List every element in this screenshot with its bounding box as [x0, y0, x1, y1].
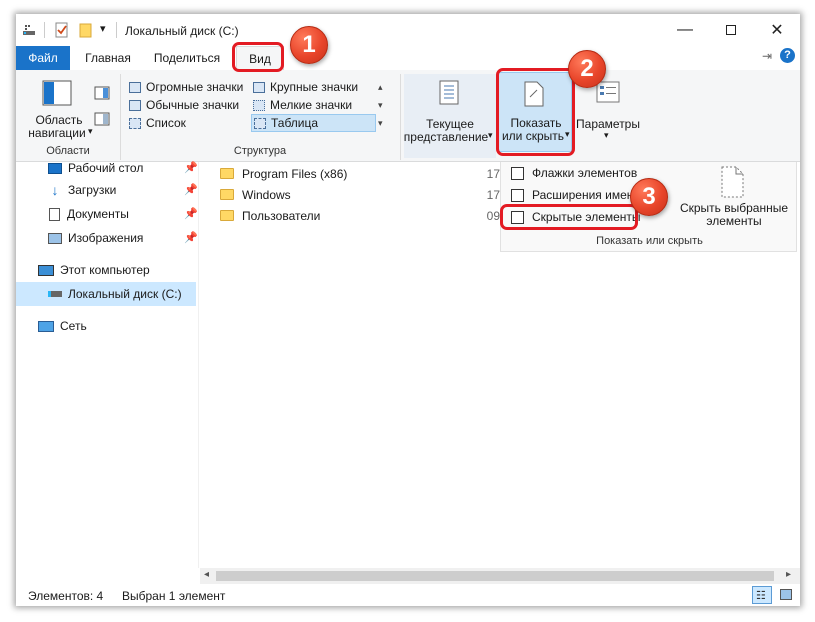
- drive-icon: [48, 291, 62, 297]
- checkbox[interactable]: [511, 166, 524, 180]
- documents-icon: [49, 207, 60, 221]
- layout-column-1: Огромные значки Обычные значки Список: [127, 78, 249, 132]
- new-folder-icon[interactable]: [78, 22, 94, 38]
- medium-icons-icon: [129, 99, 141, 111]
- folder-icon: [220, 210, 234, 221]
- close-button[interactable]: ✕: [754, 14, 800, 46]
- maximize-icon: [726, 25, 736, 35]
- hide-selected-icon: [721, 166, 744, 198]
- network-icon: [38, 320, 54, 332]
- tab-file[interactable]: Файл: [16, 46, 70, 70]
- nav-item-local-disk-selected[interactable]: Локальный диск (C:): [16, 282, 196, 306]
- highlight-show-hide: [496, 68, 575, 156]
- preview-pane-icon[interactable]: [94, 86, 110, 100]
- desktop-icon: [48, 162, 62, 174]
- layout-extra-large-icons[interactable]: Огромные значки: [127, 78, 249, 96]
- group-label-show-hide: Показать или скрыть: [596, 235, 703, 247]
- file-row[interactable]: Program Files (x86) 17.0: [220, 163, 510, 184]
- current-view-icon: [439, 80, 459, 105]
- dropdown-arrow-icon: ▾: [88, 126, 93, 136]
- scroll-right-icon[interactable]: ▸: [786, 569, 791, 580]
- details-pane-icon[interactable]: [94, 112, 110, 126]
- navigation-pane-button[interactable]: Область навигации ▾: [22, 74, 96, 140]
- small-icons-icon: [253, 99, 265, 111]
- layout-column-2: Крупные значки Мелкие значки Таблица: [251, 78, 376, 132]
- help-icon[interactable]: ?: [780, 48, 795, 63]
- downloads-icon: ↓: [51, 182, 59, 198]
- ribbon-separator: [400, 74, 401, 160]
- layout-large-icons[interactable]: Крупные значки: [251, 78, 376, 96]
- details-icon: [254, 117, 266, 129]
- large-icons-view-button[interactable]: [776, 586, 796, 604]
- pictures-icon: [48, 232, 62, 244]
- item-count: Элементов: 4: [28, 589, 104, 603]
- file-row[interactable]: Windows 17.0: [220, 184, 510, 205]
- nav-item-desktop[interactable]: Рабочий стол 📌: [48, 156, 198, 180]
- hide-selected-button[interactable]: Скрыть выбранные элементы: [675, 166, 793, 228]
- explorer-window: ▾ Локальный диск (C:) — ✕ Файл Главная П…: [16, 14, 800, 606]
- window-title: Локальный диск (C:): [125, 24, 239, 38]
- folder-icon: [220, 168, 234, 179]
- nav-item-downloads[interactable]: ↓ Загрузки 📌: [48, 178, 199, 202]
- large-icons-view-icon: [780, 589, 792, 600]
- layout-gallery-scroll[interactable]: ▴ ▾ ▾: [378, 78, 383, 132]
- pin-ribbon-icon[interactable]: ⇥: [762, 49, 772, 63]
- navigation-pane: Рабочий стол 📌 ↓ Загрузки 📌 Документы 📌 …: [16, 161, 199, 568]
- layout-small-icons[interactable]: Мелкие значки: [251, 96, 376, 114]
- folder-icon: [220, 189, 234, 200]
- minimize-icon: —: [677, 21, 693, 38]
- nav-item-network[interactable]: Сеть: [38, 314, 198, 338]
- pin-icon[interactable]: 📌: [184, 178, 198, 202]
- drive-app-icon: [23, 25, 35, 35]
- highlight-hidden-items: [500, 204, 638, 230]
- properties-icon[interactable]: [54, 22, 70, 38]
- pin-icon[interactable]: 📌: [184, 226, 198, 250]
- title-bar: ▾ Локальный диск (C:) — ✕: [16, 14, 800, 46]
- list-icon: [129, 117, 141, 129]
- file-row[interactable]: Пользователи 09.0: [220, 205, 510, 226]
- large-icons-icon: [253, 81, 265, 93]
- customize-qat-icon[interactable]: ▾: [100, 22, 106, 35]
- layout-details-selected[interactable]: Таблица: [251, 114, 376, 132]
- horizontal-scrollbar[interactable]: ◂ ▸: [200, 568, 800, 584]
- step-badge-2: 2: [568, 50, 606, 88]
- close-icon: ✕: [770, 22, 784, 39]
- tab-share[interactable]: Поделиться: [144, 46, 230, 70]
- nav-item-documents[interactable]: Документы 📌: [48, 202, 198, 226]
- tab-home[interactable]: Главная: [78, 46, 138, 70]
- details-view-button[interactable]: ☷: [752, 586, 772, 604]
- step-badge-1: 1: [290, 26, 328, 64]
- dropdown-arrow-icon: ▾: [488, 130, 493, 140]
- dropdown-arrow-icon: ▾: [604, 130, 609, 140]
- current-view-line2: представление: [403, 130, 489, 144]
- nav-pane-line2: навигации: [28, 126, 86, 140]
- checkbox[interactable]: [511, 188, 524, 202]
- current-view-button[interactable]: Текущее представление ▾: [404, 74, 496, 158]
- step-badge-3: 3: [630, 178, 668, 216]
- maximize-button[interactable]: [708, 14, 754, 46]
- selection-count: Выбран 1 элемент: [122, 589, 226, 603]
- item-checkboxes-option[interactable]: Флажки элементов: [511, 162, 637, 184]
- extra-large-icons-icon: [129, 81, 141, 93]
- minimize-button[interactable]: —: [662, 14, 708, 46]
- nav-item-pictures[interactable]: Изображения 📌: [48, 226, 198, 250]
- pin-icon[interactable]: 📌: [184, 202, 198, 226]
- layout-list[interactable]: Список: [127, 114, 249, 132]
- navigation-pane-icon: [42, 80, 72, 106]
- scrollbar-thumb[interactable]: [216, 571, 774, 581]
- status-bar: Элементов: 4 Выбран 1 элемент ☷: [16, 584, 800, 606]
- details-view-icon: ☷: [756, 590, 766, 602]
- layout-medium-icons[interactable]: Обычные значки: [127, 96, 249, 114]
- nav-item-this-pc[interactable]: Этот компьютер: [38, 258, 198, 282]
- file-extensions-option[interactable]: Расширения имен: [511, 184, 633, 206]
- computer-icon: [38, 264, 54, 276]
- highlight-view-tab: [232, 42, 284, 72]
- hide-selected-line2: элементы: [706, 214, 762, 228]
- scroll-left-icon[interactable]: ◂: [204, 569, 209, 580]
- pin-icon[interactable]: 📌: [184, 156, 198, 180]
